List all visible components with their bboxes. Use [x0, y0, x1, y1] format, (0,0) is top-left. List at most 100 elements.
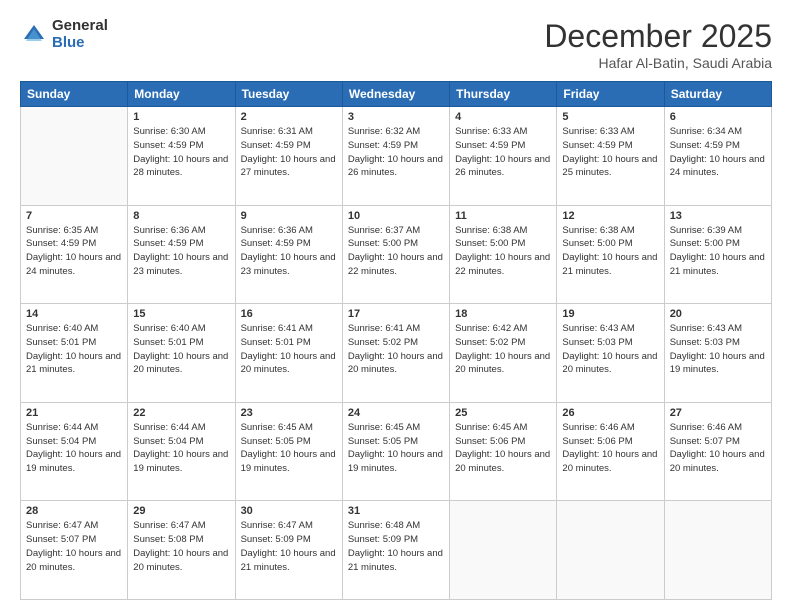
cell-sunset: Sunset: 4:59 PM	[241, 140, 311, 151]
calendar-cell: 10 Sunrise: 6:37 AM Sunset: 5:00 PM Dayl…	[342, 205, 449, 304]
calendar-cell: 8 Sunrise: 6:36 AM Sunset: 4:59 PM Dayli…	[128, 205, 235, 304]
cell-info: Sunrise: 6:44 AM Sunset: 5:04 PM Dayligh…	[26, 421, 122, 476]
cell-info: Sunrise: 6:38 AM Sunset: 5:00 PM Dayligh…	[562, 224, 658, 279]
calendar-cell: 1 Sunrise: 6:30 AM Sunset: 4:59 PM Dayli…	[128, 107, 235, 206]
cell-sunset: Sunset: 5:00 PM	[670, 238, 740, 249]
cell-sunrise: Sunrise: 6:46 AM	[562, 422, 634, 433]
calendar-week-1: 7 Sunrise: 6:35 AM Sunset: 4:59 PM Dayli…	[21, 205, 772, 304]
cell-date: 13	[670, 210, 766, 222]
cell-date: 26	[562, 407, 658, 419]
cell-info: Sunrise: 6:41 AM Sunset: 5:02 PM Dayligh…	[348, 322, 444, 377]
cell-info: Sunrise: 6:45 AM Sunset: 5:05 PM Dayligh…	[241, 421, 337, 476]
cell-date: 21	[26, 407, 122, 419]
cell-daylight: Daylight: 10 hours and 21 minutes.	[348, 548, 443, 573]
cell-daylight: Daylight: 10 hours and 26 minutes.	[348, 154, 443, 179]
cell-sunrise: Sunrise: 6:33 AM	[455, 126, 527, 137]
calendar-cell: 25 Sunrise: 6:45 AM Sunset: 5:06 PM Dayl…	[450, 402, 557, 501]
cell-date: 10	[348, 210, 444, 222]
calendar-cell: 12 Sunrise: 6:38 AM Sunset: 5:00 PM Dayl…	[557, 205, 664, 304]
cell-info: Sunrise: 6:32 AM Sunset: 4:59 PM Dayligh…	[348, 125, 444, 180]
cell-sunset: Sunset: 5:00 PM	[455, 238, 525, 249]
cell-date: 27	[670, 407, 766, 419]
calendar-cell: 11 Sunrise: 6:38 AM Sunset: 5:00 PM Dayl…	[450, 205, 557, 304]
cell-daylight: Daylight: 10 hours and 27 minutes.	[241, 154, 336, 179]
cell-info: Sunrise: 6:31 AM Sunset: 4:59 PM Dayligh…	[241, 125, 337, 180]
cell-sunrise: Sunrise: 6:30 AM	[133, 126, 205, 137]
cell-info: Sunrise: 6:36 AM Sunset: 4:59 PM Dayligh…	[241, 224, 337, 279]
calendar-cell	[557, 501, 664, 600]
cell-sunrise: Sunrise: 6:37 AM	[348, 225, 420, 236]
calendar-cell: 13 Sunrise: 6:39 AM Sunset: 5:00 PM Dayl…	[664, 205, 771, 304]
cell-sunrise: Sunrise: 6:36 AM	[241, 225, 313, 236]
calendar-week-2: 14 Sunrise: 6:40 AM Sunset: 5:01 PM Dayl…	[21, 304, 772, 403]
cell-daylight: Daylight: 10 hours and 25 minutes.	[562, 154, 657, 179]
calendar-cell: 21 Sunrise: 6:44 AM Sunset: 5:04 PM Dayl…	[21, 402, 128, 501]
calendar-cell: 3 Sunrise: 6:32 AM Sunset: 4:59 PM Dayli…	[342, 107, 449, 206]
cell-sunrise: Sunrise: 6:40 AM	[133, 323, 205, 334]
cell-info: Sunrise: 6:46 AM Sunset: 5:06 PM Dayligh…	[562, 421, 658, 476]
calendar-cell: 2 Sunrise: 6:31 AM Sunset: 4:59 PM Dayli…	[235, 107, 342, 206]
col-thursday: Thursday	[450, 82, 557, 107]
col-saturday: Saturday	[664, 82, 771, 107]
cell-date: 11	[455, 210, 551, 222]
cell-sunset: Sunset: 5:01 PM	[26, 337, 96, 348]
calendar-cell: 17 Sunrise: 6:41 AM Sunset: 5:02 PM Dayl…	[342, 304, 449, 403]
cell-info: Sunrise: 6:46 AM Sunset: 5:07 PM Dayligh…	[670, 421, 766, 476]
cell-daylight: Daylight: 10 hours and 20 minutes.	[562, 449, 657, 474]
cell-sunset: Sunset: 5:03 PM	[670, 337, 740, 348]
cell-info: Sunrise: 6:47 AM Sunset: 5:09 PM Dayligh…	[241, 519, 337, 574]
calendar-cell	[21, 107, 128, 206]
cell-date: 20	[670, 308, 766, 320]
cell-date: 14	[26, 308, 122, 320]
calendar-cell: 9 Sunrise: 6:36 AM Sunset: 4:59 PM Dayli…	[235, 205, 342, 304]
cell-info: Sunrise: 6:44 AM Sunset: 5:04 PM Dayligh…	[133, 421, 229, 476]
page: General Blue December 2025 Hafar Al-Bati…	[0, 0, 792, 612]
calendar-cell: 22 Sunrise: 6:44 AM Sunset: 5:04 PM Dayl…	[128, 402, 235, 501]
cell-date: 1	[133, 111, 229, 123]
cell-date: 9	[241, 210, 337, 222]
cell-sunrise: Sunrise: 6:33 AM	[562, 126, 634, 137]
cell-date: 6	[670, 111, 766, 123]
cell-sunrise: Sunrise: 6:46 AM	[670, 422, 742, 433]
cell-date: 25	[455, 407, 551, 419]
calendar-week-3: 21 Sunrise: 6:44 AM Sunset: 5:04 PM Dayl…	[21, 402, 772, 501]
calendar-cell: 20 Sunrise: 6:43 AM Sunset: 5:03 PM Dayl…	[664, 304, 771, 403]
cell-daylight: Daylight: 10 hours and 20 minutes.	[133, 351, 228, 376]
cell-sunset: Sunset: 5:09 PM	[348, 534, 418, 545]
cell-info: Sunrise: 6:34 AM Sunset: 4:59 PM Dayligh…	[670, 125, 766, 180]
cell-sunset: Sunset: 5:05 PM	[348, 436, 418, 447]
cell-daylight: Daylight: 10 hours and 20 minutes.	[348, 351, 443, 376]
calendar-cell: 26 Sunrise: 6:46 AM Sunset: 5:06 PM Dayl…	[557, 402, 664, 501]
cell-date: 16	[241, 308, 337, 320]
cell-sunrise: Sunrise: 6:38 AM	[455, 225, 527, 236]
col-friday: Friday	[557, 82, 664, 107]
cell-sunset: Sunset: 4:59 PM	[348, 140, 418, 151]
cell-daylight: Daylight: 10 hours and 24 minutes.	[26, 252, 121, 277]
calendar-cell: 29 Sunrise: 6:47 AM Sunset: 5:08 PM Dayl…	[128, 501, 235, 600]
cell-info: Sunrise: 6:41 AM Sunset: 5:01 PM Dayligh…	[241, 322, 337, 377]
cell-sunset: Sunset: 4:59 PM	[133, 140, 203, 151]
month-title: December 2025	[544, 18, 772, 55]
calendar-cell: 6 Sunrise: 6:34 AM Sunset: 4:59 PM Dayli…	[664, 107, 771, 206]
cell-info: Sunrise: 6:33 AM Sunset: 4:59 PM Dayligh…	[562, 125, 658, 180]
cell-sunrise: Sunrise: 6:45 AM	[348, 422, 420, 433]
cell-info: Sunrise: 6:35 AM Sunset: 4:59 PM Dayligh…	[26, 224, 122, 279]
col-tuesday: Tuesday	[235, 82, 342, 107]
calendar-cell: 27 Sunrise: 6:46 AM Sunset: 5:07 PM Dayl…	[664, 402, 771, 501]
cell-sunset: Sunset: 4:59 PM	[241, 238, 311, 249]
cell-date: 4	[455, 111, 551, 123]
cell-daylight: Daylight: 10 hours and 22 minutes.	[455, 252, 550, 277]
cell-date: 3	[348, 111, 444, 123]
cell-daylight: Daylight: 10 hours and 23 minutes.	[241, 252, 336, 277]
cell-daylight: Daylight: 10 hours and 19 minutes.	[133, 449, 228, 474]
cell-sunrise: Sunrise: 6:48 AM	[348, 520, 420, 531]
col-monday: Monday	[128, 82, 235, 107]
cell-sunrise: Sunrise: 6:47 AM	[26, 520, 98, 531]
cell-sunset: Sunset: 5:04 PM	[26, 436, 96, 447]
cell-sunset: Sunset: 5:00 PM	[562, 238, 632, 249]
cell-sunset: Sunset: 5:06 PM	[562, 436, 632, 447]
logo-blue-text: Blue	[52, 35, 108, 52]
cell-date: 23	[241, 407, 337, 419]
calendar-cell: 19 Sunrise: 6:43 AM Sunset: 5:03 PM Dayl…	[557, 304, 664, 403]
cell-daylight: Daylight: 10 hours and 21 minutes.	[26, 351, 121, 376]
